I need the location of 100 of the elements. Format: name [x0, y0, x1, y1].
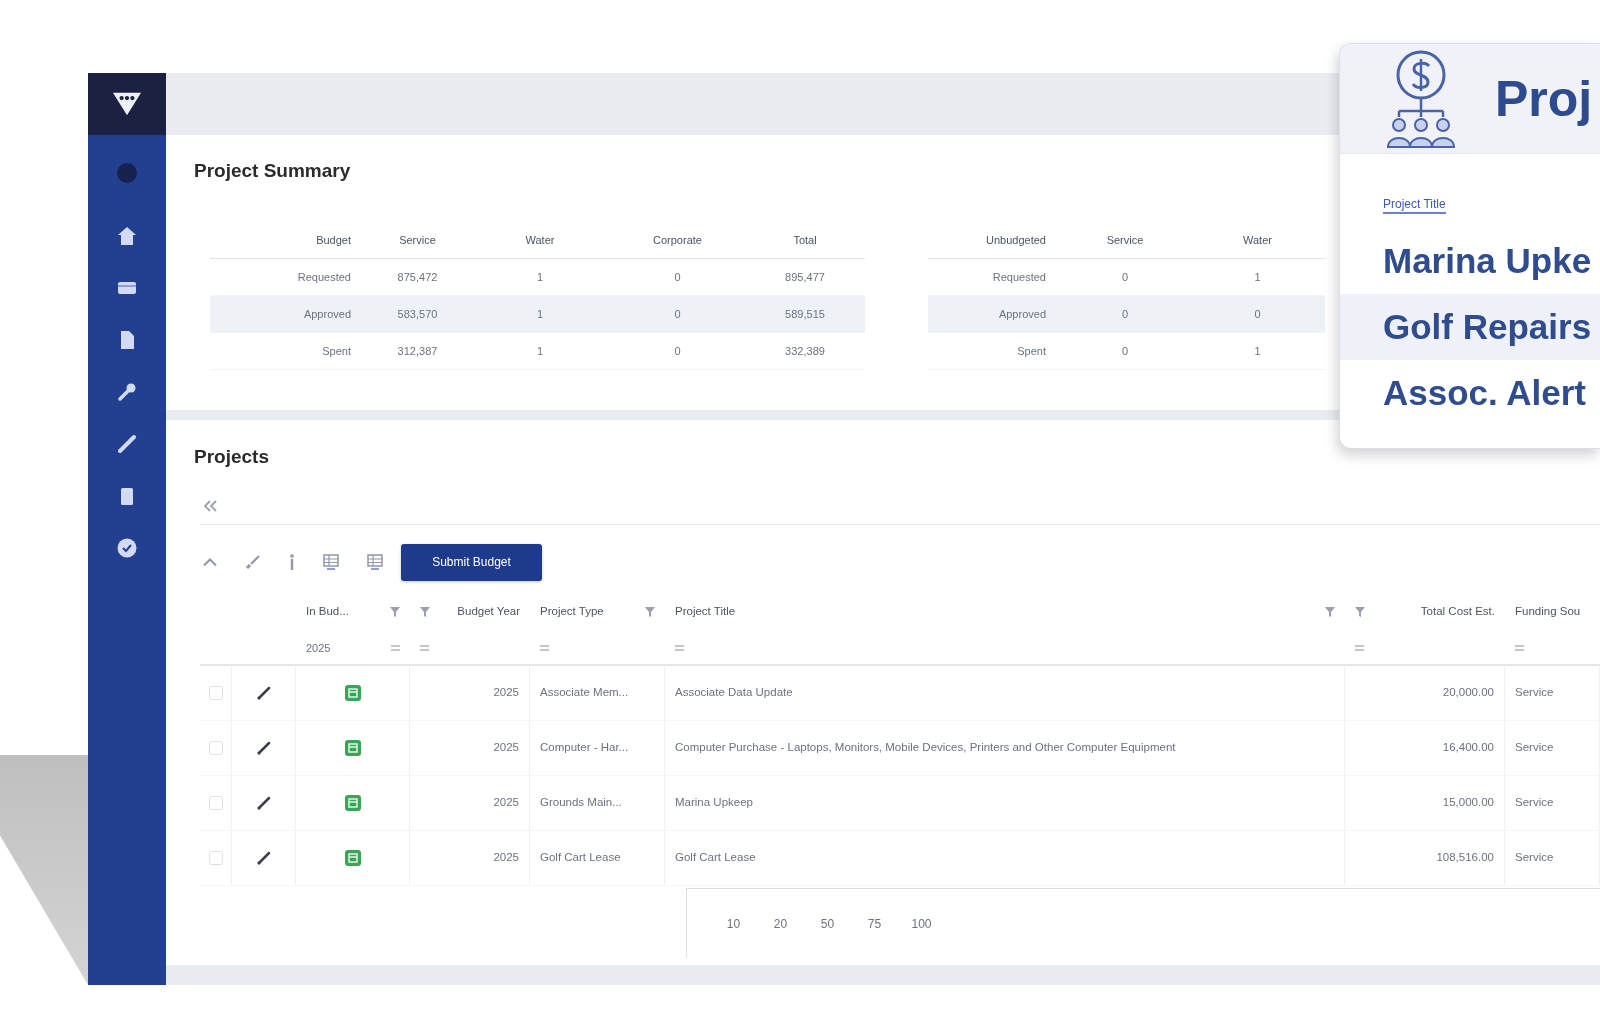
table-cell-text: 875,472: [396, 269, 439, 285]
filter-icon[interactable]: [1355, 607, 1365, 617]
table-cell-text: 312,387: [396, 343, 439, 359]
table-icon[interactable]: [367, 554, 383, 570]
table-cell-text: 1: [535, 343, 545, 359]
equals-icon[interactable]: [540, 645, 549, 651]
pencil-icon[interactable]: [256, 851, 271, 865]
page-size-link[interactable]: 100: [898, 914, 945, 933]
table-cell-text: 0: [673, 269, 682, 285]
column-header: Water: [1242, 233, 1273, 249]
table-cell: 2025: [410, 776, 530, 830]
pencil-icon[interactable]: [256, 741, 271, 755]
table-cell: Computer - Har...: [530, 721, 665, 775]
home-icon[interactable]: [117, 226, 137, 246]
table-cell: 2025: [410, 831, 530, 885]
column-header[interactable]: In Bud...: [306, 603, 349, 621]
project-title-item[interactable]: Golf Repairs: [1340, 294, 1600, 360]
equals-icon[interactable]: [391, 645, 400, 651]
page-size-link[interactable]: 75: [851, 914, 898, 933]
page-size-link[interactable]: 20: [757, 914, 804, 933]
column-header: Budget: [315, 233, 352, 249]
filter-icon[interactable]: [390, 607, 400, 617]
table-cell: Service: [1505, 666, 1600, 720]
table-cell-text: 1: [1253, 343, 1262, 359]
column-header[interactable]: Total Cost Est.: [1420, 603, 1495, 621]
section-title: Project Summary: [194, 159, 352, 183]
table-cell: Marina Upkeep: [665, 776, 1345, 830]
info-icon[interactable]: [289, 554, 295, 570]
table-cell: Associate Data Update: [665, 666, 1345, 720]
table-cell-text: Requested: [991, 269, 1047, 285]
equals-icon[interactable]: [1515, 645, 1524, 651]
table-cell-text: 1: [1253, 269, 1262, 285]
wrench-icon[interactable]: [117, 382, 137, 402]
chevron-up-icon[interactable]: [203, 557, 217, 567]
table-cell: 2025: [410, 666, 530, 720]
brush-icon[interactable]: [245, 554, 261, 570]
table-cell: Golf Cart Lease: [530, 831, 665, 885]
column-label[interactable]: Project Title: [1383, 196, 1446, 214]
page-size-link[interactable]: 50: [804, 914, 851, 933]
table-cell-text: 0: [673, 343, 682, 359]
table-cell-text: 583,570: [396, 306, 439, 322]
row-checkbox[interactable]: [208, 796, 223, 810]
filter-field[interactable]: 2025: [306, 635, 400, 661]
popup-title: Proj: [1495, 73, 1593, 124]
column-header: Service: [1105, 233, 1145, 249]
page-size-link[interactable]: 10: [710, 914, 757, 933]
table-cell: 16,400.00: [1345, 721, 1505, 775]
submit-budget-button[interactable]: Submit Budget: [401, 543, 542, 581]
row-checkbox[interactable]: [208, 686, 223, 700]
column-header[interactable]: Funding Sou: [1515, 603, 1581, 621]
table-cell-text: Spent: [321, 343, 352, 359]
check-circle-icon[interactable]: [117, 538, 137, 558]
table-cell-text: Spent: [1016, 343, 1047, 359]
table-cell-text: 1: [535, 269, 545, 285]
table-icon[interactable]: [323, 554, 339, 570]
filter-icon[interactable]: [645, 607, 655, 617]
table-cell: Grounds Main...: [530, 776, 665, 830]
filter-icon[interactable]: [1325, 607, 1335, 617]
pencil-icon[interactable]: [256, 796, 271, 810]
column-header[interactable]: Project Title: [675, 603, 736, 621]
equals-icon[interactable]: [675, 645, 684, 651]
table-cell: Service: [1505, 831, 1600, 885]
table-cell-text: Approved: [997, 306, 1047, 322]
table-cell-text: 332,389: [784, 343, 826, 359]
table-cell-text: 589,515: [784, 306, 826, 322]
project-title-item[interactable]: Assoc. Alert: [1340, 360, 1600, 426]
table-cell-text: 0: [1120, 269, 1130, 285]
double-chevron-icon[interactable]: [204, 500, 217, 512]
equals-icon[interactable]: [420, 645, 429, 651]
row-checkbox[interactable]: [208, 741, 223, 755]
column-header: Total: [792, 233, 818, 249]
table-cell-text: 0: [1120, 306, 1130, 322]
pencil-icon[interactable]: [256, 686, 271, 700]
column-header[interactable]: Budget Year: [457, 603, 520, 621]
column-header: Service: [398, 233, 437, 249]
table-cell: Computer Purchase - Laptops, Monitors, Mobile Devices, Printers and Other Computer Equipment: [665, 721, 1345, 775]
table-cell-text: 895,477: [784, 269, 826, 285]
table-cell: 20,000.00: [1345, 666, 1505, 720]
table-cell-text: 0: [1253, 306, 1262, 322]
table-cell: Service: [1505, 776, 1600, 830]
column-header: Corporate: [652, 233, 703, 249]
row-checkbox[interactable]: [208, 851, 223, 865]
table-cell-text: 0: [1120, 343, 1130, 359]
project-title-item[interactable]: Marina Upke: [1340, 228, 1600, 294]
column-header: Unbudgeted: [985, 233, 1047, 249]
table-cell: Associate Mem...: [530, 666, 665, 720]
table-cell: Golf Cart Lease: [665, 831, 1345, 885]
table-cell-text: 0: [673, 306, 682, 322]
filter-icon[interactable]: [420, 607, 430, 617]
table-cell-text: Requested: [296, 269, 352, 285]
column-header: Water: [524, 233, 556, 249]
table-cell-text: Approved: [302, 306, 352, 322]
table-cell: 15,000.00: [1345, 776, 1505, 830]
equals-icon[interactable]: [1355, 645, 1364, 651]
pencil-icon[interactable]: [117, 434, 137, 454]
column-header[interactable]: Project Type: [540, 603, 604, 621]
table-cell: 2025: [410, 721, 530, 775]
triangle-logo-icon[interactable]: [113, 92, 141, 116]
toggle-dot-icon[interactable]: [117, 163, 137, 183]
section-title: Projects: [194, 445, 270, 469]
